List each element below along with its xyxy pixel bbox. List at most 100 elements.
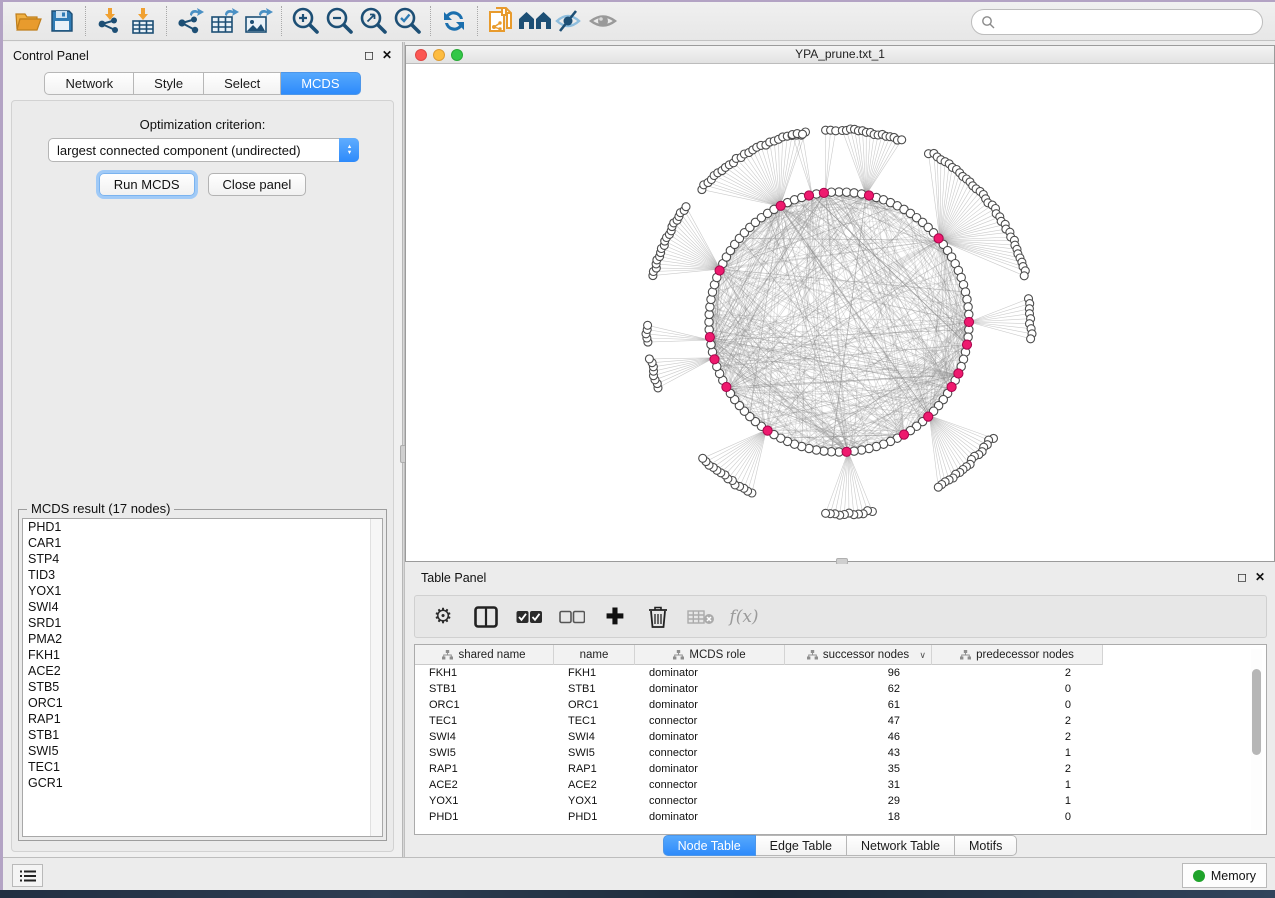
- table-cell[interactable]: 1: [932, 745, 1103, 761]
- mcds-result-item[interactable]: FKH1: [23, 647, 382, 663]
- network-canvas[interactable]: [406, 64, 1274, 561]
- column-header[interactable]: successor nodes∨: [785, 645, 932, 665]
- memory-button[interactable]: Memory: [1182, 863, 1267, 888]
- table-cell[interactable]: TEC1: [415, 713, 554, 729]
- show-all-button[interactable]: [586, 5, 620, 37]
- add-column-button[interactable]: ✚: [601, 603, 629, 631]
- column-header[interactable]: name: [554, 645, 635, 665]
- import-network-button[interactable]: [92, 5, 126, 37]
- table-cell[interactable]: dominator: [635, 761, 785, 777]
- table-cell[interactable]: connector: [635, 713, 785, 729]
- task-history-button[interactable]: [12, 864, 43, 887]
- column-header[interactable]: MCDS role: [635, 645, 785, 665]
- first-neighbors-button[interactable]: [518, 5, 552, 37]
- tab-mcds[interactable]: MCDS: [281, 72, 360, 95]
- mcds-result-item[interactable]: SWI4: [23, 599, 382, 615]
- mcds-result-item[interactable]: TEC1: [23, 759, 382, 775]
- table-cell[interactable]: RAP1: [554, 761, 635, 777]
- table-scrollbar-thumb[interactable]: [1252, 669, 1261, 755]
- table-cell[interactable]: 61: [785, 697, 932, 713]
- table-cell[interactable]: PHD1: [554, 809, 635, 825]
- table-cell[interactable]: dominator: [635, 681, 785, 697]
- table-cell[interactable]: 2: [932, 713, 1103, 729]
- mcds-result-item[interactable]: ACE2: [23, 663, 382, 679]
- table-cell[interactable]: 2: [932, 665, 1103, 681]
- table-cell[interactable]: 43: [785, 745, 932, 761]
- table-cell[interactable]: 2: [932, 729, 1103, 745]
- table-row[interactable]: RAP1RAP1dominator352: [415, 761, 1103, 777]
- mcds-result-item[interactable]: STB5: [23, 679, 382, 695]
- zoom-out-button[interactable]: [322, 5, 356, 37]
- table-row[interactable]: YOX1YOX1connector291: [415, 793, 1103, 809]
- maximize-window-icon[interactable]: [451, 49, 463, 61]
- table-cell[interactable]: 2: [932, 761, 1103, 777]
- table-row[interactable]: FKH1FKH1dominator962: [415, 665, 1103, 681]
- table-cell[interactable]: 46: [785, 729, 932, 745]
- table-cell[interactable]: ORC1: [554, 697, 635, 713]
- mcds-result-item[interactable]: SRD1: [23, 615, 382, 631]
- tab-network[interactable]: Network: [44, 72, 134, 95]
- table-cell[interactable]: dominator: [635, 665, 785, 681]
- table-cell[interactable]: YOX1: [415, 793, 554, 809]
- search-box[interactable]: [971, 9, 1263, 35]
- zoom-in-button[interactable]: [288, 5, 322, 37]
- table-cell[interactable]: FKH1: [554, 665, 635, 681]
- table-cell[interactable]: 96: [785, 665, 932, 681]
- export-network-button[interactable]: [173, 5, 207, 37]
- delete-column-button[interactable]: [644, 603, 672, 631]
- table-cell[interactable]: connector: [635, 777, 785, 793]
- table-settings-button[interactable]: ⚙: [429, 603, 457, 631]
- mcds-result-item[interactable]: STB1: [23, 727, 382, 743]
- table-cell[interactable]: SWI4: [415, 729, 554, 745]
- table-cell[interactable]: 47: [785, 713, 932, 729]
- table-cell[interactable]: STB1: [415, 681, 554, 697]
- run-mcds-button[interactable]: Run MCDS: [99, 173, 195, 196]
- table-cell[interactable]: 1: [932, 793, 1103, 809]
- table-cell[interactable]: TEC1: [554, 713, 635, 729]
- table-cell[interactable]: 18: [785, 809, 932, 825]
- mcds-result-item[interactable]: PHD1: [23, 519, 382, 535]
- table-cell[interactable]: 31: [785, 777, 932, 793]
- close-panel-button[interactable]: Close panel: [208, 173, 307, 196]
- tab-motifs[interactable]: Motifs: [955, 835, 1017, 856]
- minimize-window-icon[interactable]: [433, 49, 445, 61]
- split-view-button[interactable]: [472, 603, 500, 631]
- mcds-result-item[interactable]: CAR1: [23, 535, 382, 551]
- select-all-button[interactable]: [515, 603, 543, 631]
- table-cell[interactable]: ACE2: [554, 777, 635, 793]
- duplicate-network-button[interactable]: [484, 5, 518, 37]
- zoom-fit-button[interactable]: [356, 5, 390, 37]
- table-cell[interactable]: ORC1: [415, 697, 554, 713]
- import-table-button[interactable]: [126, 5, 160, 37]
- save-session-button[interactable]: [45, 5, 79, 37]
- table-cell[interactable]: 35: [785, 761, 932, 777]
- tab-edge-table[interactable]: Edge Table: [756, 835, 847, 856]
- table-cell[interactable]: FKH1: [415, 665, 554, 681]
- table-cell[interactable]: SWI5: [554, 745, 635, 761]
- tab-select[interactable]: Select: [204, 72, 281, 95]
- table-cell[interactable]: 1: [932, 777, 1103, 793]
- tab-node-table[interactable]: Node Table: [663, 835, 756, 856]
- column-header[interactable]: shared name: [415, 645, 554, 665]
- table-cell[interactable]: RAP1: [415, 761, 554, 777]
- mcds-list-scrollbar[interactable]: [370, 519, 382, 836]
- table-cell[interactable]: STB1: [554, 681, 635, 697]
- mcds-result-item[interactable]: YOX1: [23, 583, 382, 599]
- table-cell[interactable]: 0: [932, 697, 1103, 713]
- tab-style[interactable]: Style: [134, 72, 204, 95]
- float-panel-icon[interactable]: ◻: [1237, 570, 1247, 584]
- mcds-result-item[interactable]: ORC1: [23, 695, 382, 711]
- table-cell[interactable]: connector: [635, 745, 785, 761]
- network-window-titlebar[interactable]: YPA_prune.txt_1: [406, 46, 1274, 64]
- table-cell[interactable]: connector: [635, 793, 785, 809]
- table-row[interactable]: SWI5SWI5connector431: [415, 745, 1103, 761]
- column-header[interactable]: predecessor nodes: [932, 645, 1103, 665]
- table-cell[interactable]: PHD1: [415, 809, 554, 825]
- export-table-button[interactable]: [207, 5, 241, 37]
- mcds-result-item[interactable]: SWI5: [23, 743, 382, 759]
- table-row[interactable]: ORC1ORC1dominator610: [415, 697, 1103, 713]
- close-panel-icon[interactable]: ✕: [1255, 570, 1265, 584]
- deselect-all-button[interactable]: [558, 603, 586, 631]
- table-row[interactable]: ACE2ACE2connector311: [415, 777, 1103, 793]
- search-input[interactable]: [995, 12, 1262, 32]
